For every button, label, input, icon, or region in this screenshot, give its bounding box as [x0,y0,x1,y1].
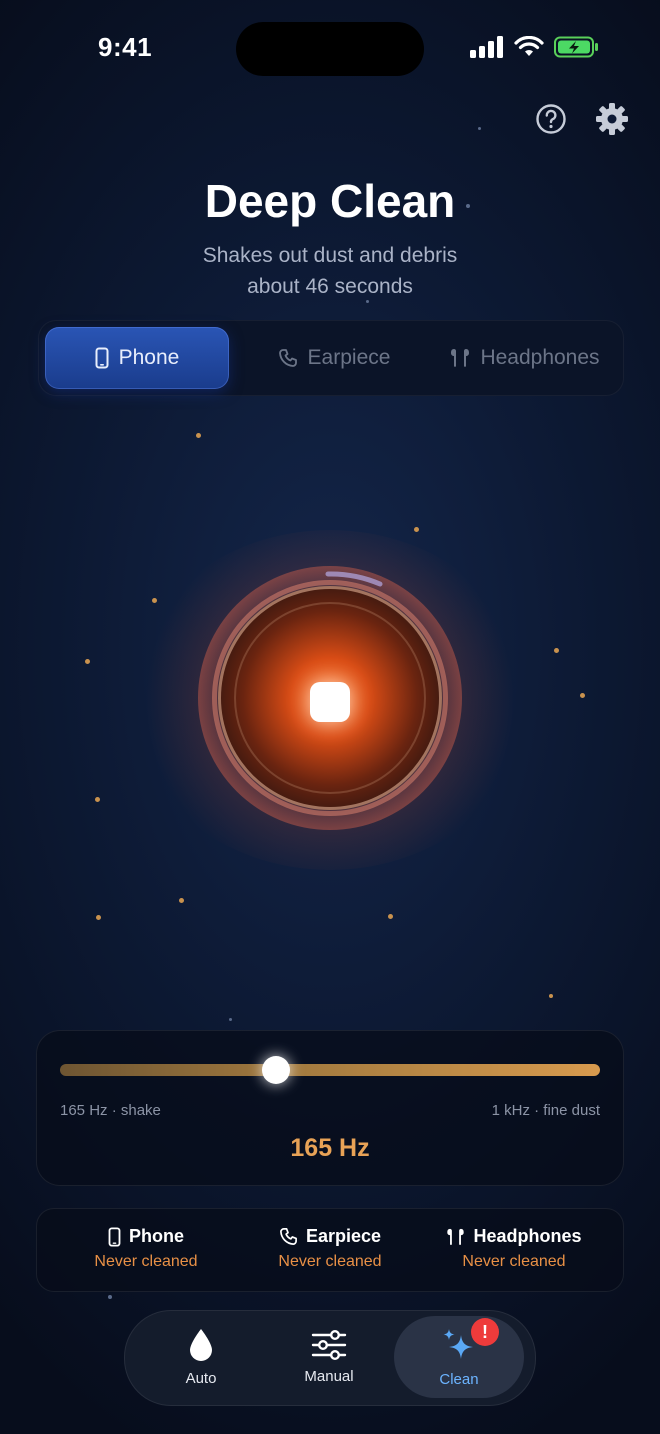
earpiece-icon [280,1228,297,1245]
page-subtitle: Shakes out dust and debris about 46 seco… [0,240,660,302]
dust-particle [196,433,201,438]
water-drop-icon [190,1328,212,1361]
dust-particle [414,527,419,532]
device-cleaned-status: Never cleaned [278,1253,382,1270]
subtitle-line-2: about 46 seconds [247,275,413,298]
device-name: Headphones [473,1226,582,1246]
alert-badge: ! [471,1318,499,1346]
dust-particle [95,797,100,802]
dust-particle [549,994,553,998]
dust-particle [478,127,481,130]
segment-earpiece[interactable]: Earpiece [249,327,419,389]
dust-particle [466,204,470,208]
page-title: Deep Clean [204,175,456,227]
dust-particle [554,648,559,653]
phone-icon [95,347,109,369]
device-status-earpiece: Earpiece Never cleaned [240,1226,420,1271]
headphones-icon [447,1228,465,1245]
device-segmented-control: Phone Earpiece Headphones [38,320,624,396]
tab-manual[interactable]: Manual [264,1316,394,1398]
segment-headphones[interactable]: Headphones [431,327,619,389]
subtitle-line-1: Shakes out dust and debris [202,244,458,267]
tab-manual-label: Manual [304,1367,354,1385]
segment-earpiece-label: Earpiece [307,346,391,369]
device-status-phone: Phone Never cleaned [56,1226,236,1271]
dust-particle [580,693,585,698]
segment-headphones-label: Headphones [480,346,600,369]
dust-particle [152,598,157,603]
battery-icon [554,36,598,58]
tab-auto[interactable]: Auto [136,1316,266,1398]
status-time: 9:41 [98,32,153,62]
tab-clean[interactable]: Clean [394,1316,524,1398]
earpiece-icon [278,349,297,367]
dust-particle [388,914,393,919]
signal-icon [470,36,503,58]
dust-particle [108,1295,112,1299]
device-name: Earpiece [305,1226,382,1246]
device-cleaned-status: Never cleaned [94,1253,198,1270]
segment-phone-label: Phone [118,346,180,369]
device-name: Phone [128,1226,184,1246]
headphones-icon [451,349,470,367]
frequency-max-label: 1 kHz · fine dust [491,1102,600,1119]
device-status-headphones: Headphones Never cleaned [424,1226,604,1271]
segment-phone[interactable]: Phone [45,327,229,389]
dust-particle [366,300,369,303]
sliders-icon [311,1329,347,1360]
help-icon[interactable] [534,102,568,136]
dust-particle [229,1018,232,1021]
frequency-slider-thumb[interactable] [262,1056,290,1084]
gear-icon[interactable] [595,102,629,136]
dust-particle [179,898,184,903]
phone-icon [108,1226,121,1247]
device-cleaned-status: Never cleaned [462,1253,566,1270]
tab-auto-label: Auto [185,1369,217,1387]
wifi-icon [514,36,544,56]
tab-clean-label: Clean [439,1370,479,1388]
status-icons [470,36,600,58]
frequency-min-label: 165 Hz · shake [60,1102,161,1119]
frequency-slider-track[interactable] [60,1064,600,1076]
dynamic-island [236,22,424,76]
dust-particle [85,659,90,664]
frequency-value: 165 Hz [290,1134,370,1162]
dust-particle [96,915,101,920]
stop-button[interactable] [310,682,350,722]
